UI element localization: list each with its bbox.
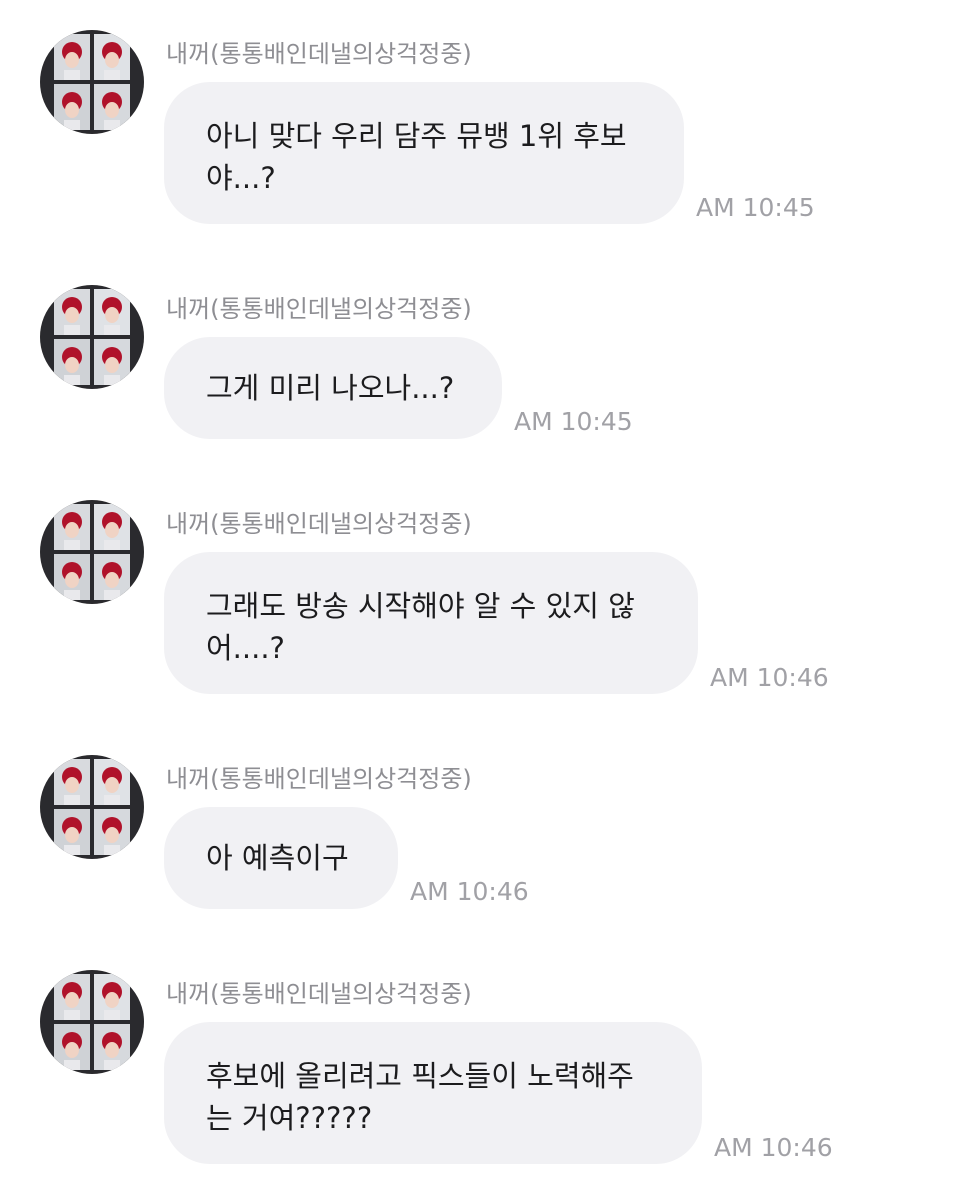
sender-name: 내꺼(통통배인데낼의상걱정중) xyxy=(166,510,472,538)
message-time: AM 10:45 xyxy=(696,193,815,222)
message-time: AM 10:46 xyxy=(710,663,829,692)
profile-photo-grid-icon xyxy=(40,755,144,859)
sender-name: 내꺼(통통배인데낼의상걱정중) xyxy=(166,980,472,1008)
message-bubble[interactable]: 그게 미리 나오나...? xyxy=(164,337,502,439)
avatar[interactable] xyxy=(40,500,144,604)
message-bubble[interactable]: 아 예측이구 xyxy=(164,807,398,909)
sender-name: 내꺼(통통배인데낼의상걱정중) xyxy=(166,295,472,323)
message-time: AM 10:46 xyxy=(714,1133,833,1162)
avatar[interactable] xyxy=(40,970,144,1074)
message-time: AM 10:46 xyxy=(410,877,529,906)
profile-photo-grid-icon xyxy=(40,970,144,1074)
sender-name: 내꺼(통통배인데낼의상걱정중) xyxy=(166,765,472,793)
profile-photo-grid-icon xyxy=(40,500,144,604)
avatar[interactable] xyxy=(40,285,144,389)
message-bubble[interactable]: 후보에 올리려고 픽스들이 노력해주 는 거여????? xyxy=(164,1022,702,1164)
profile-photo-grid-icon xyxy=(40,30,144,134)
sender-name: 내꺼(통통배인데낼의상걱정중) xyxy=(166,40,472,68)
message-bubble[interactable]: 아니 맞다 우리 담주 뮤뱅 1위 후보 야...? xyxy=(164,82,684,224)
message-bubble[interactable]: 그래도 방송 시작해야 알 수 있지 않 어....? xyxy=(164,552,698,694)
avatar[interactable] xyxy=(40,30,144,134)
profile-photo-grid-icon xyxy=(40,285,144,389)
message-time: AM 10:45 xyxy=(514,407,633,436)
avatar[interactable] xyxy=(40,755,144,859)
